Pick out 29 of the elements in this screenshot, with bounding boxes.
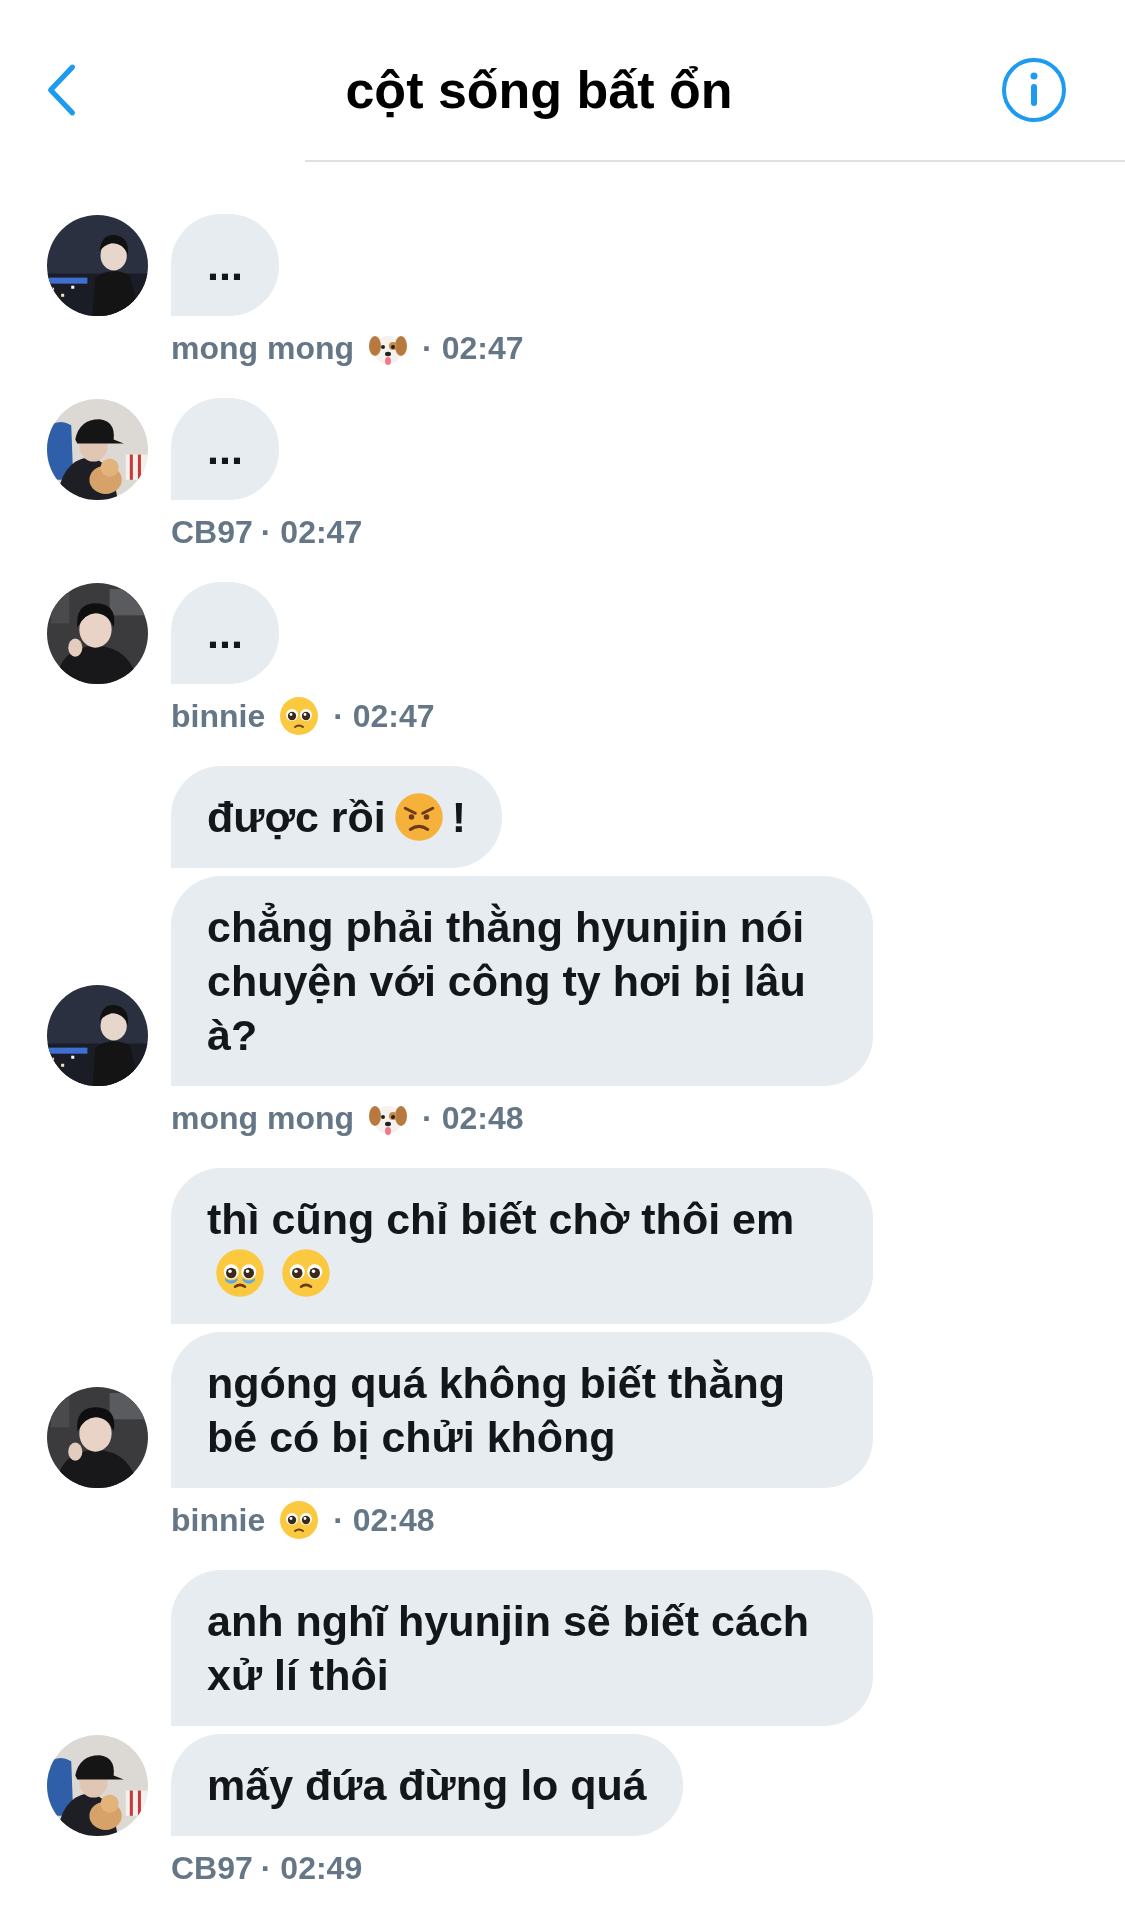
message-time: · 02:48 <box>422 1099 524 1137</box>
pleading-face-icon <box>279 696 320 736</box>
info-icon[interactable] <box>1001 57 1067 123</box>
message-bubble: ngóng quá không biết thằng bé có bị chửi không <box>171 1332 873 1488</box>
message-time: · 02:49 <box>260 1849 363 1887</box>
teary-face-icon <box>215 1248 265 1298</box>
message-bubble: ... <box>171 214 279 316</box>
sender-name: binnie <box>171 697 266 735</box>
angry-face-icon <box>393 792 444 842</box>
message-bubble: anh nghĩ hyunjin sẽ biết cách xử lí thôi <box>171 1570 873 1726</box>
sender-name: mong mong <box>171 1099 355 1137</box>
message-bubble: được rồi ! <box>171 766 503 868</box>
pleading-face-icon <box>279 1500 320 1540</box>
message-bubble: thì cũng chỉ biết chờ thôi em <box>171 1168 873 1324</box>
message-time: · 02:47 <box>260 513 363 551</box>
message-bubble: mấy đứa đừng lo quá <box>171 1734 683 1836</box>
message-time: · 02:48 <box>333 1501 435 1539</box>
conversation-title: cột sống bất ổn <box>345 60 733 120</box>
sender-name: CB97 <box>171 1849 253 1887</box>
sender-name: binnie <box>171 1501 266 1539</box>
sender-name: CB97 <box>171 513 253 551</box>
pleading-face-icon <box>281 1248 331 1298</box>
sender-name: mong mong <box>171 329 355 367</box>
message-bubble: ... <box>171 582 279 684</box>
message-time: · 02:47 <box>422 329 524 367</box>
message-bubble: ... <box>171 398 279 500</box>
message-time: · 02:47 <box>333 697 435 735</box>
message-bubble: chẳng phải thằng hyunjin nói chuyện với công ty hơi bị lâu à? <box>171 876 873 1086</box>
back-icon[interactable] <box>45 63 77 117</box>
